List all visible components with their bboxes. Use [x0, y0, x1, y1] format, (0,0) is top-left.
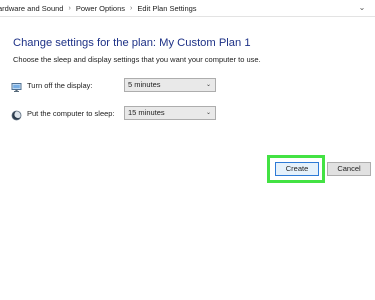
sleep-setting-label: Put the computer to sleep:: [27, 108, 115, 118]
breadcrumb-separator: ›: [68, 4, 71, 12]
breadcrumb-edit-plan-settings[interactable]: Edit Plan Settings: [137, 4, 196, 13]
display-timeout-value: 5 minutes: [128, 80, 161, 89]
sleep-setting-row: Put the computer to sleep:: [11, 106, 115, 120]
sleep-timeout-value: 15 minutes: [128, 108, 165, 117]
monitor-icon: [11, 80, 22, 92]
create-button[interactable]: Create: [275, 162, 319, 176]
breadcrumb-hardware-and-sound[interactable]: ardware and Sound: [0, 4, 63, 13]
chevron-down-icon: ⌄: [205, 110, 211, 116]
page-subtitle: Choose the sleep and display settings th…: [13, 55, 261, 64]
breadcrumb-power-options[interactable]: Power Options: [76, 4, 125, 13]
sleep-timeout-select[interactable]: 15 minutes ⌄: [124, 106, 216, 120]
chevron-down-icon[interactable]: ⌄: [357, 3, 367, 13]
display-timeout-select[interactable]: 5 minutes ⌄: [124, 78, 216, 92]
address-bar[interactable]: ardware and Sound › Power Options › Edit…: [0, 0, 375, 17]
chevron-down-icon: ⌄: [205, 82, 211, 88]
breadcrumb-separator: ›: [130, 4, 133, 12]
page-title: Change settings for the plan: My Custom …: [13, 37, 251, 49]
display-setting-label: Turn off the display:: [27, 80, 93, 90]
display-setting-row: Turn off the display:: [11, 78, 92, 92]
cancel-button[interactable]: Cancel: [327, 162, 371, 176]
moon-icon: [11, 108, 22, 120]
